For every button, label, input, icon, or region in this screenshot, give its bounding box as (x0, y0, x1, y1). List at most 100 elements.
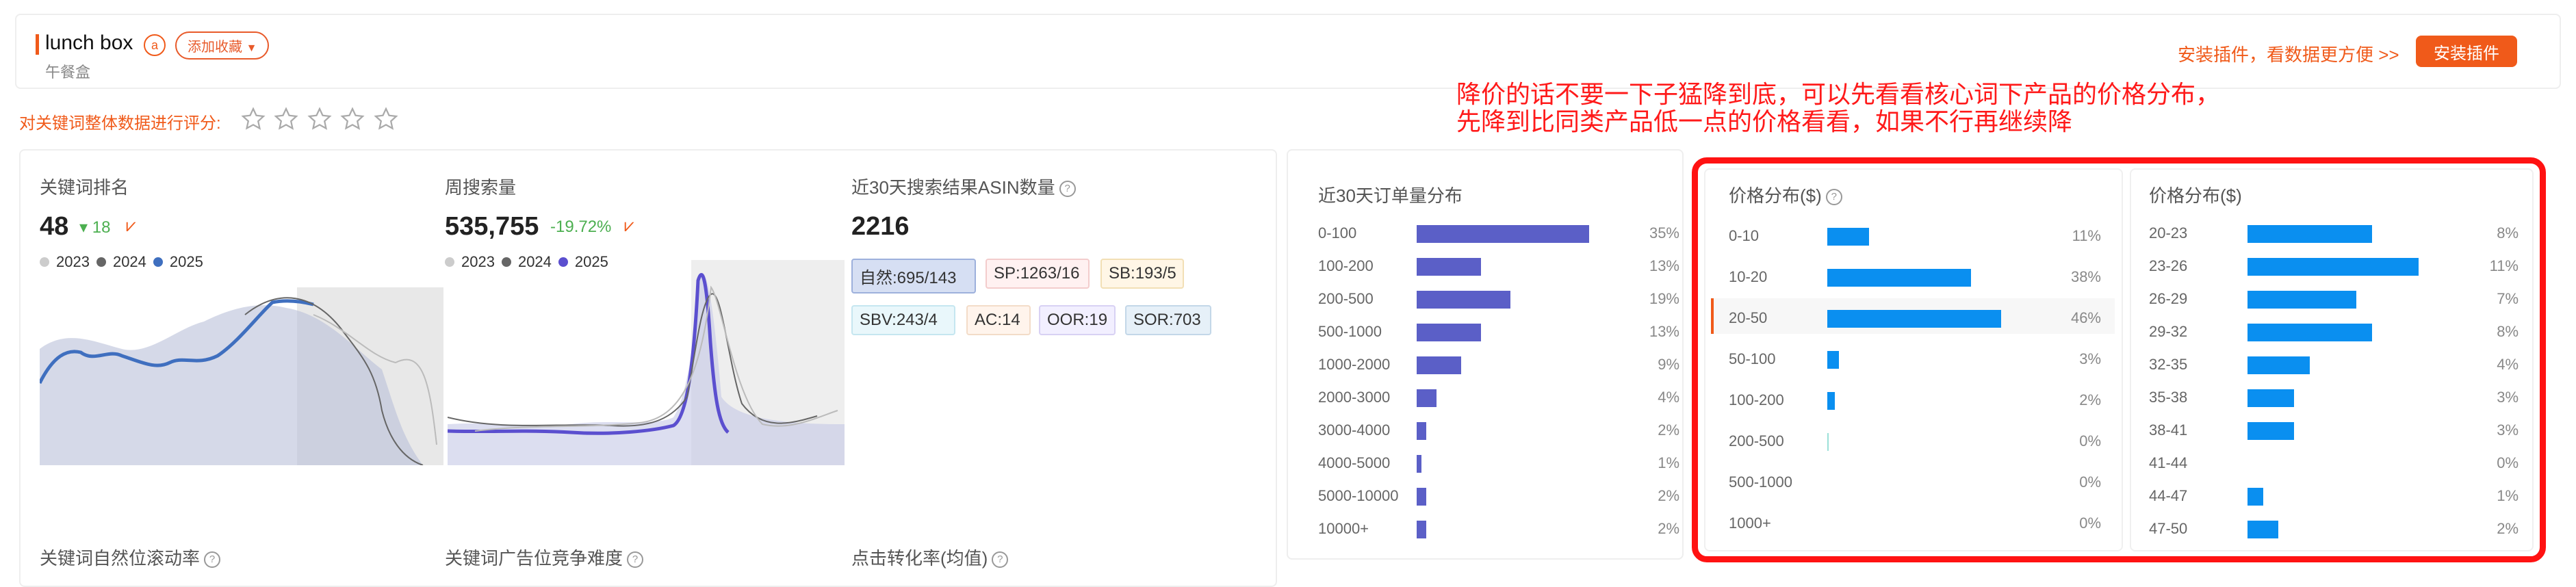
tag-value: 14 (1002, 311, 1020, 329)
page-title: lunch box (45, 31, 133, 54)
bar-category-label: 200-500 (1318, 290, 1374, 307)
star-icon[interactable] (307, 107, 332, 131)
bar[interactable] (2247, 521, 2278, 538)
bar-category-label: 100-200 (1729, 391, 1784, 408)
star-icon[interactable] (374, 107, 398, 131)
bar-value-label: 0% (2079, 514, 2101, 532)
bar[interactable] (1417, 455, 1421, 473)
trend-chart-icon[interactable]: ⩗ (624, 215, 634, 237)
bar-category-label: 41-44 (2149, 454, 2188, 471)
rating-stars[interactable] (241, 107, 404, 131)
amazon-badge-icon[interactable]: a (144, 34, 166, 56)
tag-value: 193/5 (1135, 264, 1176, 283)
rating-label: 对关键词整体数据进行评分: (19, 114, 221, 133)
bar-value-label: 1% (2497, 487, 2519, 504)
help-icon[interactable]: ? (1059, 181, 1076, 198)
bar[interactable] (2247, 291, 2356, 309)
bar[interactable] (2247, 356, 2310, 374)
bar-value-label: 0% (2079, 432, 2101, 449)
bar[interactable] (1417, 389, 1437, 407)
tag-sp: SP:1263/16 (986, 259, 1090, 289)
ad-competition-label: 关键词广告位竞争难度? (445, 545, 644, 570)
bar-category-label: 29-32 (2149, 323, 2188, 340)
bar-value-label: 13% (1649, 323, 1679, 340)
search-trend-chart[interactable] (448, 260, 845, 465)
bar-value-label: 3% (2497, 389, 2519, 406)
bar[interactable] (1417, 356, 1461, 374)
bar[interactable] (1417, 324, 1481, 341)
bar[interactable] (1417, 422, 1426, 440)
bar[interactable] (1417, 521, 1426, 538)
legend-label: 2023 (56, 253, 90, 270)
bar[interactable] (1417, 488, 1426, 506)
tag-name: SP: (994, 264, 1020, 283)
install-hint-link[interactable]: 安装插件，看数据更方便 >> (2178, 41, 2399, 66)
bar[interactable] (1827, 433, 1829, 451)
star-icon[interactable] (241, 107, 266, 131)
tag-name: AC: (975, 311, 1003, 329)
bar[interactable] (1827, 228, 1869, 246)
bar-value-label: 2% (1658, 487, 1679, 504)
tag-sor: SOR:703 (1125, 305, 1211, 335)
bar-value-label: 2% (1658, 421, 1679, 439)
bar[interactable] (2247, 389, 2294, 407)
legend-label: 2025 (169, 253, 203, 270)
bar[interactable] (1827, 310, 2001, 328)
bar-category-label: 200-500 (1729, 432, 1784, 449)
tag-ac: AC:14 (966, 305, 1031, 335)
bar[interactable] (2247, 225, 2372, 243)
bar[interactable] (1417, 225, 1589, 243)
install-plugin-button[interactable]: 安装插件 (2416, 36, 2517, 67)
bar[interactable] (1417, 258, 1481, 276)
search-delta: -19.72% (550, 218, 612, 236)
bar-value-label: 1% (1658, 454, 1679, 471)
bar[interactable] (1827, 392, 1835, 410)
legend-dot (153, 257, 163, 267)
legend-dot (96, 257, 106, 267)
star-icon[interactable] (340, 107, 365, 131)
help-icon[interactable]: ? (627, 551, 644, 569)
bar[interactable] (2247, 488, 2263, 506)
bar-value-label: 46% (2070, 309, 2101, 326)
bar-value-label: 3% (2497, 421, 2519, 439)
bar-category-label: 10-20 (1729, 268, 1768, 285)
tag-organic: 自然:695/143 (851, 259, 976, 294)
bar[interactable] (1417, 291, 1510, 309)
bar-value-label: 8% (2497, 224, 2519, 242)
bar-category-label: 500-1000 (1729, 473, 1792, 491)
bar[interactable] (2247, 422, 2294, 440)
bar-category-label: 3000-4000 (1318, 421, 1391, 439)
annotation-line-2: 先降到比同类产品低一点的价格看看，如果不行再继续降 (1456, 107, 2073, 135)
bar-category-label: 1000-2000 (1318, 356, 1391, 373)
bar[interactable] (2247, 258, 2419, 276)
bar-value-label: 19% (1649, 290, 1679, 307)
help-icon[interactable]: ? (992, 551, 1009, 569)
asin-label: 近30天搜索结果ASIN数量? (851, 174, 1076, 199)
add-favorite-button[interactable]: 添加收藏 ▼ (175, 31, 270, 60)
orders-chart-title: 近30天订单量分布 (1318, 185, 1463, 206)
help-icon[interactable]: ? (1825, 189, 1842, 206)
bar[interactable] (1827, 269, 1971, 287)
bar-value-label: 2% (1658, 520, 1679, 537)
legend-dot (40, 257, 49, 267)
bar-value-label: 11% (2072, 227, 2101, 244)
bar-category-label: 44-47 (2149, 487, 2188, 504)
trend-chart-icon[interactable]: ⩗ (126, 215, 136, 237)
tag-oor: OOR:19 (1039, 305, 1116, 335)
bar-value-label: 38% (2070, 268, 2101, 285)
tag-name: SB: (1109, 264, 1135, 283)
rank-label: 关键词排名 (40, 177, 129, 198)
bar[interactable] (2247, 324, 2372, 341)
bar[interactable] (1827, 351, 1839, 369)
star-icon[interactable] (274, 107, 299, 131)
help-icon[interactable]: ? (204, 551, 221, 569)
bar-category-label: 10000+ (1318, 520, 1369, 537)
tag-value: 703 (1173, 311, 1201, 329)
bar-value-label: 2% (2497, 520, 2519, 537)
tag-name: 自然: (860, 269, 897, 287)
bar-category-label: 32-35 (2149, 356, 2188, 373)
label-text: 点击转化率(均值) (851, 548, 988, 569)
rank-trend-chart[interactable] (40, 287, 443, 465)
bar-category-label: 20-23 (2149, 224, 2188, 242)
rank-legend: 2023 2024 2025 (40, 253, 203, 271)
